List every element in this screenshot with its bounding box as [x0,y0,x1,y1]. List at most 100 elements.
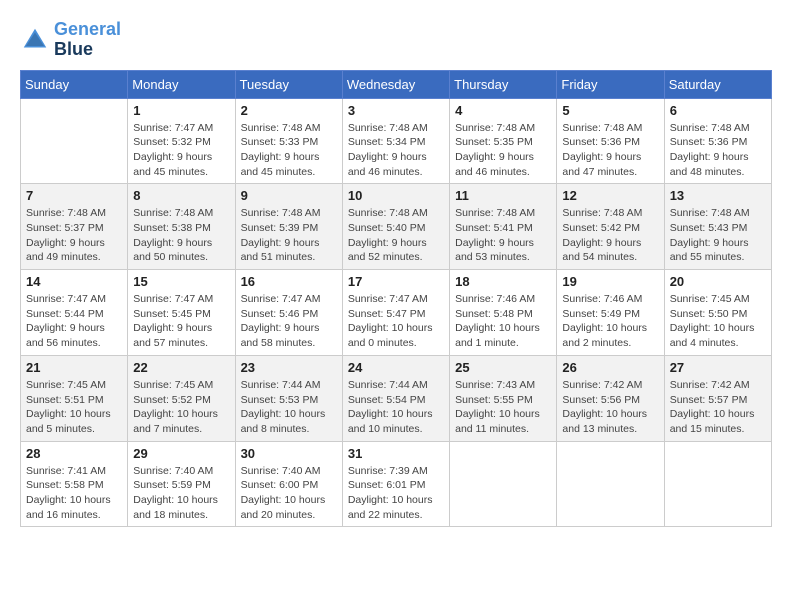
day-number: 19 [562,274,658,289]
day-info: Sunrise: 7:40 AM Sunset: 6:00 PM Dayligh… [241,464,337,523]
day-info: Sunrise: 7:48 AM Sunset: 5:41 PM Dayligh… [455,206,551,265]
day-number: 21 [26,360,122,375]
day-number: 25 [455,360,551,375]
calendar-cell: 16 Sunrise: 7:47 AM Sunset: 5:46 PM Dayli… [235,270,342,356]
weekday-header-tuesday: Tuesday [235,70,342,98]
day-number: 10 [348,188,444,203]
day-number: 5 [562,103,658,118]
calendar-cell: 19 Sunrise: 7:46 AM Sunset: 5:49 PM Dayli… [557,270,664,356]
day-number: 9 [241,188,337,203]
calendar-cell: 17 Sunrise: 7:47 AM Sunset: 5:47 PM Dayli… [342,270,449,356]
weekday-header-friday: Friday [557,70,664,98]
day-number: 3 [348,103,444,118]
day-info: Sunrise: 7:39 AM Sunset: 6:01 PM Dayligh… [348,464,444,523]
day-info: Sunrise: 7:48 AM Sunset: 5:36 PM Dayligh… [562,121,658,180]
calendar-cell [21,98,128,184]
day-number: 4 [455,103,551,118]
day-number: 17 [348,274,444,289]
day-number: 1 [133,103,229,118]
calendar-cell: 29 Sunrise: 7:40 AM Sunset: 5:59 PM Dayli… [128,441,235,527]
calendar-cell: 30 Sunrise: 7:40 AM Sunset: 6:00 PM Dayli… [235,441,342,527]
day-info: Sunrise: 7:43 AM Sunset: 5:55 PM Dayligh… [455,378,551,437]
week-row-4: 21Sunrise: 7:45 AM Sunset: 5:51 PM Dayli… [21,355,772,441]
calendar-cell: 12 Sunrise: 7:48 AM Sunset: 5:42 PM Dayli… [557,184,664,270]
calendar-cell: 5 Sunrise: 7:48 AM Sunset: 5:36 PM Daylig… [557,98,664,184]
day-info: Sunrise: 7:48 AM Sunset: 5:40 PM Dayligh… [348,206,444,265]
day-number: 20 [670,274,766,289]
calendar-cell: 21Sunrise: 7:45 AM Sunset: 5:51 PM Dayli… [21,355,128,441]
page-header: General Blue [20,20,772,60]
calendar-cell [557,441,664,527]
day-number: 22 [133,360,229,375]
calendar-cell: 8 Sunrise: 7:48 AM Sunset: 5:38 PM Daylig… [128,184,235,270]
calendar-cell: 22 Sunrise: 7:45 AM Sunset: 5:52 PM Dayli… [128,355,235,441]
day-number: 15 [133,274,229,289]
day-info: Sunrise: 7:46 AM Sunset: 5:49 PM Dayligh… [562,292,658,351]
day-info: Sunrise: 7:48 AM Sunset: 5:38 PM Dayligh… [133,206,229,265]
day-number: 28 [26,446,122,461]
day-info: Sunrise: 7:48 AM Sunset: 5:33 PM Dayligh… [241,121,337,180]
calendar-cell [450,441,557,527]
day-number: 13 [670,188,766,203]
day-number: 18 [455,274,551,289]
calendar-cell: 27Sunrise: 7:42 AM Sunset: 5:57 PM Dayli… [664,355,771,441]
day-number: 29 [133,446,229,461]
day-number: 8 [133,188,229,203]
calendar-cell: 25 Sunrise: 7:43 AM Sunset: 5:55 PM Dayli… [450,355,557,441]
day-info: Sunrise: 7:48 AM Sunset: 5:34 PM Dayligh… [348,121,444,180]
calendar-cell: 7 Sunrise: 7:48 AM Sunset: 5:37 PM Daylig… [21,184,128,270]
week-row-5: 28 Sunrise: 7:41 AM Sunset: 5:58 PM Dayli… [21,441,772,527]
day-info: Sunrise: 7:40 AM Sunset: 5:59 PM Dayligh… [133,464,229,523]
day-info: Sunrise: 7:48 AM Sunset: 5:35 PM Dayligh… [455,121,551,180]
day-info: Sunrise: 7:48 AM Sunset: 5:43 PM Dayligh… [670,206,766,265]
weekday-header-wednesday: Wednesday [342,70,449,98]
day-info: Sunrise: 7:47 AM Sunset: 5:46 PM Dayligh… [241,292,337,351]
calendar-cell: 4 Sunrise: 7:48 AM Sunset: 5:35 PM Daylig… [450,98,557,184]
calendar-cell: 20 Sunrise: 7:45 AM Sunset: 5:50 PM Dayli… [664,270,771,356]
week-row-2: 7 Sunrise: 7:48 AM Sunset: 5:37 PM Daylig… [21,184,772,270]
day-info: Sunrise: 7:45 AM Sunset: 5:52 PM Dayligh… [133,378,229,437]
day-number: 23 [241,360,337,375]
day-info: Sunrise: 7:42 AM Sunset: 5:56 PM Dayligh… [562,378,658,437]
calendar-cell: 18 Sunrise: 7:46 AM Sunset: 5:48 PM Dayli… [450,270,557,356]
day-info: Sunrise: 7:48 AM Sunset: 5:36 PM Dayligh… [670,121,766,180]
logo-text: General Blue [54,20,121,60]
day-info: Sunrise: 7:45 AM Sunset: 5:50 PM Dayligh… [670,292,766,351]
calendar-cell: 9Sunrise: 7:48 AM Sunset: 5:39 PM Daylig… [235,184,342,270]
day-info: Sunrise: 7:47 AM Sunset: 5:44 PM Dayligh… [26,292,122,351]
day-info: Sunrise: 7:47 AM Sunset: 5:32 PM Dayligh… [133,121,229,180]
calendar-cell: 6 Sunrise: 7:48 AM Sunset: 5:36 PM Daylig… [664,98,771,184]
day-number: 26 [562,360,658,375]
calendar-cell: 31 Sunrise: 7:39 AM Sunset: 6:01 PM Dayli… [342,441,449,527]
day-info: Sunrise: 7:41 AM Sunset: 5:58 PM Dayligh… [26,464,122,523]
calendar-cell: 2 Sunrise: 7:48 AM Sunset: 5:33 PM Daylig… [235,98,342,184]
day-number: 7 [26,188,122,203]
calendar-cell [664,441,771,527]
day-number: 6 [670,103,766,118]
day-number: 30 [241,446,337,461]
calendar-table: SundayMondayTuesdayWednesdayThursdayFrid… [20,70,772,528]
day-info: Sunrise: 7:48 AM Sunset: 5:37 PM Dayligh… [26,206,122,265]
day-number: 16 [241,274,337,289]
weekday-header-row: SundayMondayTuesdayWednesdayThursdayFrid… [21,70,772,98]
day-number: 31 [348,446,444,461]
logo-icon [20,25,50,55]
day-info: Sunrise: 7:47 AM Sunset: 5:45 PM Dayligh… [133,292,229,351]
day-number: 14 [26,274,122,289]
weekday-header-thursday: Thursday [450,70,557,98]
day-number: 24 [348,360,444,375]
day-info: Sunrise: 7:46 AM Sunset: 5:48 PM Dayligh… [455,292,551,351]
weekday-header-monday: Monday [128,70,235,98]
day-number: 12 [562,188,658,203]
calendar-cell: 24Sunrise: 7:44 AM Sunset: 5:54 PM Dayli… [342,355,449,441]
week-row-1: 1 Sunrise: 7:47 AM Sunset: 5:32 PM Daylig… [21,98,772,184]
calendar-cell: 3 Sunrise: 7:48 AM Sunset: 5:34 PM Daylig… [342,98,449,184]
day-info: Sunrise: 7:42 AM Sunset: 5:57 PM Dayligh… [670,378,766,437]
day-info: Sunrise: 7:48 AM Sunset: 5:42 PM Dayligh… [562,206,658,265]
day-info: Sunrise: 7:47 AM Sunset: 5:47 PM Dayligh… [348,292,444,351]
weekday-header-sunday: Sunday [21,70,128,98]
calendar-cell: 1 Sunrise: 7:47 AM Sunset: 5:32 PM Daylig… [128,98,235,184]
calendar-cell: 10 Sunrise: 7:48 AM Sunset: 5:40 PM Dayli… [342,184,449,270]
day-info: Sunrise: 7:44 AM Sunset: 5:53 PM Dayligh… [241,378,337,437]
day-number: 2 [241,103,337,118]
